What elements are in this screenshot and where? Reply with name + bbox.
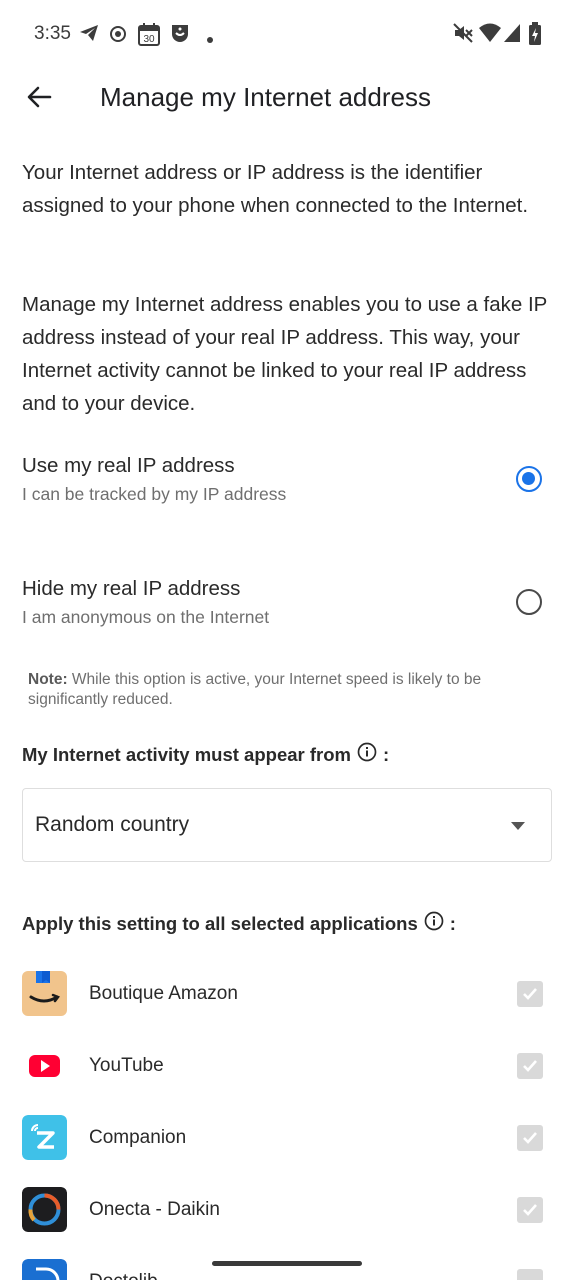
youtube-icon — [22, 1043, 67, 1088]
location-label: My Internet activity must appear from : — [22, 742, 389, 767]
back-button[interactable] — [18, 78, 60, 120]
amazon-icon — [22, 971, 67, 1016]
svg-text:30: 30 — [143, 34, 155, 45]
location-label-suffix: : — [382, 743, 390, 765]
arrow-left-icon — [26, 84, 52, 115]
apps-section-label: Apply this setting to all selected appli… — [22, 911, 456, 936]
intro-paragraph-1: Your Internet address or IP address is t… — [22, 161, 529, 217]
option-subtitle: I can be tracked by my IP address — [22, 484, 287, 504]
app-checkbox[interactable] — [517, 1269, 543, 1280]
location-label-text: My Internet activity must appear from — [22, 743, 351, 765]
intro-paragraph-2: Manage my Internet address enables you t… — [22, 293, 547, 415]
country-dropdown[interactable]: Random country — [22, 788, 552, 862]
app-checkbox[interactable] — [517, 1053, 543, 1079]
apps-label-text: Apply this setting to all selected appli… — [22, 912, 418, 934]
app-name: Onecta - Daikin — [89, 1199, 220, 1220]
status-time: 3:35 — [34, 23, 71, 44]
app-name: Companion — [89, 1127, 187, 1148]
info-icon[interactable] — [424, 911, 444, 936]
dot-icon — [206, 31, 214, 49]
dropdown-value: Random country — [35, 813, 190, 836]
doctolib-icon — [22, 1259, 67, 1280]
apps-label-suffix: : — [449, 912, 456, 934]
onecta-icon — [22, 1187, 67, 1232]
shield-face-icon — [169, 22, 191, 49]
app-row-amazon[interactable]: Boutique Amazon — [0, 971, 575, 1031]
mute-icon — [452, 22, 474, 49]
note-text: While this option is active, your Intern… — [28, 671, 482, 708]
battery-icon — [528, 22, 542, 51]
page-title: Manage my Internet address — [100, 82, 431, 112]
calendar-icon: 30 — [137, 22, 161, 51]
option-subtitle: I am anonymous on the Internet — [22, 607, 270, 627]
signal-icon — [503, 22, 521, 49]
wifi-icon — [478, 22, 502, 49]
status-bar: 3:35 30 — [0, 0, 575, 70]
record-icon — [109, 25, 127, 48]
telegram-icon — [78, 22, 100, 49]
option-title: Hide my real IP address — [22, 577, 241, 600]
radio-use-real-ip[interactable] — [516, 466, 542, 492]
app-name: YouTube — [89, 1055, 164, 1076]
info-icon[interactable] — [357, 742, 377, 767]
app-bar: Manage my Internet address — [0, 70, 575, 130]
app-row-youtube[interactable]: YouTube — [0, 1043, 575, 1103]
option-title: Use my real IP address — [22, 454, 235, 477]
note-label: Note: — [28, 671, 68, 688]
app-row-companion[interactable]: Companion — [0, 1115, 575, 1175]
companion-icon — [22, 1115, 67, 1160]
app-checkbox[interactable] — [517, 1125, 543, 1151]
app-checkbox[interactable] — [517, 1197, 543, 1223]
home-indicator[interactable] — [212, 1261, 362, 1266]
app-row-onecta[interactable]: Onecta - Daikin — [0, 1187, 575, 1247]
app-name: Doctolib — [89, 1271, 158, 1280]
radio-hide-real-ip[interactable] — [516, 589, 542, 615]
speed-note: Note: While this option is active, your … — [28, 670, 528, 710]
caret-down-icon — [511, 822, 525, 830]
app-name: Boutique Amazon — [89, 983, 238, 1004]
app-checkbox[interactable] — [517, 981, 543, 1007]
